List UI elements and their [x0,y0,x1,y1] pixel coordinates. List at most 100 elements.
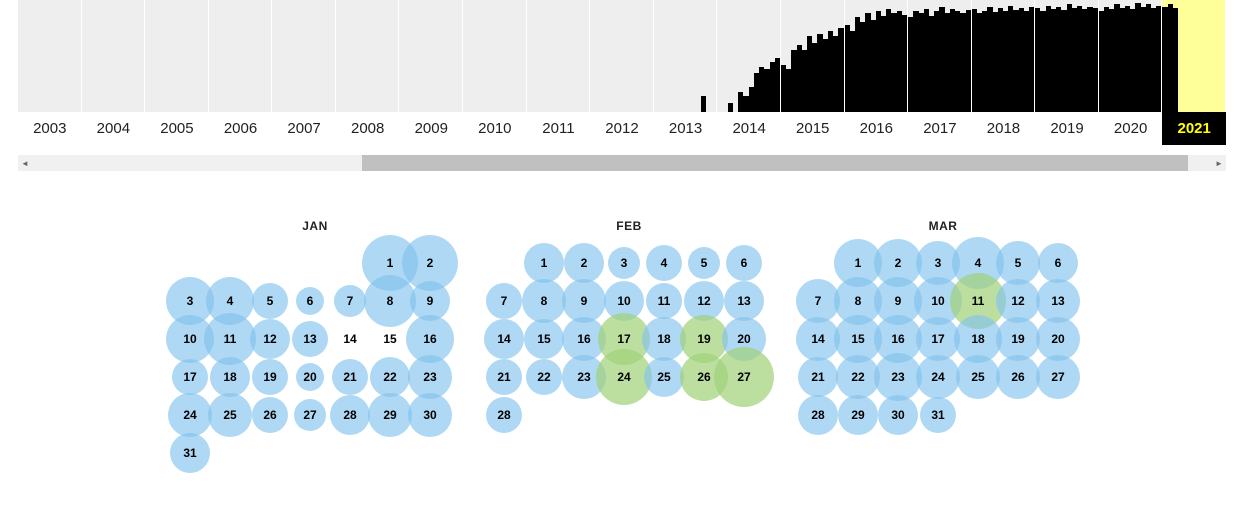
day-28[interactable]: 28 [330,395,370,435]
day-6[interactable]: 6 [290,281,330,321]
day-4[interactable]: 4 [210,281,250,321]
year-column-2019[interactable] [1035,0,1099,112]
scroll-right-arrow[interactable]: ► [1212,155,1226,171]
day-27[interactable]: 27 [724,357,764,397]
day-21[interactable]: 21 [798,357,838,397]
day-5[interactable]: 5 [250,281,290,321]
year-column-2021[interactable] [1162,0,1226,112]
year-column-2020[interactable] [1099,0,1163,112]
day-17[interactable]: 17 [170,357,210,397]
day-5[interactable]: 5 [998,243,1038,283]
day-13[interactable]: 13 [290,319,330,359]
day-31[interactable]: 31 [170,433,210,473]
year-label-2012[interactable]: 2012 [590,112,654,145]
day-20[interactable]: 20 [724,319,764,359]
scroll-track[interactable] [32,155,1212,171]
day-24[interactable]: 24 [604,357,644,397]
day-27[interactable]: 27 [1038,357,1078,397]
year-label-2008[interactable]: 2008 [336,112,400,145]
day-14[interactable]: 14 [484,319,524,359]
year-column-2009[interactable] [399,0,463,112]
day-20[interactable]: 20 [1038,319,1078,359]
scroll-left-arrow[interactable]: ◄ [18,155,32,171]
day-20[interactable]: 20 [290,357,330,397]
year-column-2014[interactable] [717,0,781,112]
day-19[interactable]: 19 [998,319,1038,359]
day-12[interactable]: 12 [998,281,1038,321]
day-10[interactable]: 10 [170,319,210,359]
day-18[interactable]: 18 [644,319,684,359]
day-8[interactable]: 8 [370,281,410,321]
day-22[interactable]: 22 [838,357,878,397]
day-16[interactable]: 16 [410,319,450,359]
day-1[interactable]: 1 [524,243,564,283]
year-column-2006[interactable] [209,0,273,112]
year-label-2013[interactable]: 2013 [654,112,718,145]
scroll-thumb[interactable] [362,155,1188,171]
day-26[interactable]: 26 [998,357,1038,397]
day-26[interactable]: 26 [250,395,290,435]
day-13[interactable]: 13 [724,281,764,321]
year-column-2004[interactable] [82,0,146,112]
day-5[interactable]: 5 [684,243,724,283]
day-11[interactable]: 11 [958,281,998,321]
day-4[interactable]: 4 [958,243,998,283]
year-label-2004[interactable]: 2004 [82,112,146,145]
day-25[interactable]: 25 [958,357,998,397]
day-24[interactable]: 24 [170,395,210,435]
day-7[interactable]: 7 [484,281,524,321]
year-label-2018[interactable]: 2018 [972,112,1036,145]
year-column-2018[interactable] [972,0,1036,112]
year-label-2007[interactable]: 2007 [272,112,336,145]
day-22[interactable]: 22 [524,357,564,397]
day-7[interactable]: 7 [330,281,370,321]
year-column-2017[interactable] [908,0,972,112]
day-25[interactable]: 25 [644,357,684,397]
day-28[interactable]: 28 [798,395,838,435]
day-3[interactable]: 3 [604,243,644,283]
day-4[interactable]: 4 [644,243,684,283]
year-label-2009[interactable]: 2009 [399,112,463,145]
day-2[interactable]: 2 [564,243,604,283]
day-9[interactable]: 9 [564,281,604,321]
day-18[interactable]: 18 [210,357,250,397]
year-column-2015[interactable] [781,0,845,112]
day-29[interactable]: 29 [370,395,410,435]
year-column-2005[interactable] [145,0,209,112]
day-19[interactable]: 19 [250,357,290,397]
year-label-2011[interactable]: 2011 [527,112,591,145]
year-column-2010[interactable] [463,0,527,112]
day-21[interactable]: 21 [330,357,370,397]
year-column-2013[interactable] [654,0,718,112]
year-column-2003[interactable] [18,0,82,112]
day-3[interactable]: 3 [918,243,958,283]
day-7[interactable]: 7 [798,281,838,321]
day-2[interactable]: 2 [410,243,450,283]
day-23[interactable]: 23 [878,357,918,397]
day-19[interactable]: 19 [684,319,724,359]
year-label-2021[interactable]: 2021 [1162,112,1226,145]
day-15[interactable]: 15 [370,319,410,359]
timeline-scrollbar[interactable]: ◄ ► [18,155,1226,171]
year-label-2020[interactable]: 2020 [1099,112,1163,145]
day-6[interactable]: 6 [724,243,764,283]
day-8[interactable]: 8 [524,281,564,321]
day-21[interactable]: 21 [484,357,524,397]
day-28[interactable]: 28 [484,395,524,435]
day-17[interactable]: 17 [918,319,958,359]
day-25[interactable]: 25 [210,395,250,435]
day-12[interactable]: 12 [250,319,290,359]
day-12[interactable]: 12 [684,281,724,321]
year-label-2003[interactable]: 2003 [18,112,82,145]
day-9[interactable]: 9 [410,281,450,321]
day-15[interactable]: 15 [524,319,564,359]
year-label-2014[interactable]: 2014 [717,112,781,145]
day-8[interactable]: 8 [838,281,878,321]
year-label-2017[interactable]: 2017 [908,112,972,145]
year-label-2019[interactable]: 2019 [1035,112,1099,145]
day-16[interactable]: 16 [878,319,918,359]
year-label-2006[interactable]: 2006 [209,112,273,145]
day-31[interactable]: 31 [918,395,958,435]
day-10[interactable]: 10 [604,281,644,321]
day-29[interactable]: 29 [838,395,878,435]
